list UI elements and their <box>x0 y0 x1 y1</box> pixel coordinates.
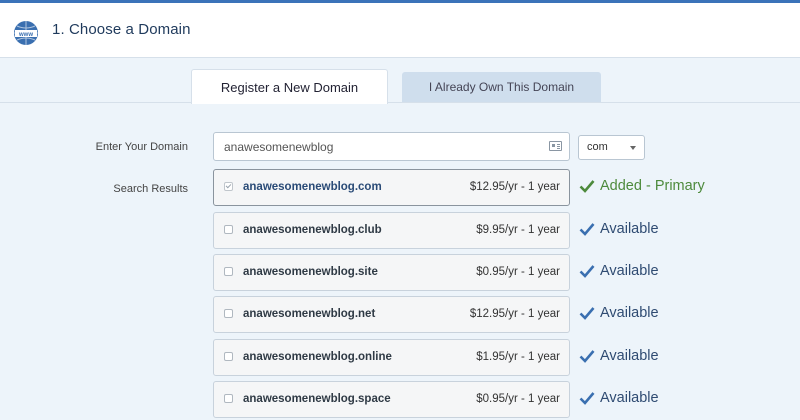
result-price: $0.95/yr - 1 year <box>476 393 560 405</box>
result-row-net[interactable]: anawesomenewblog.net $12.95/yr - 1 year <box>213 296 570 333</box>
result-price: $12.95/yr - 1 year <box>469 181 560 193</box>
tld-selected-value: com <box>587 141 608 153</box>
check-icon <box>579 307 595 320</box>
result-price: $0.95/yr - 1 year <box>476 266 560 278</box>
result-row-club[interactable]: anawesomenewblog.club $9.95/yr - 1 year <box>213 212 570 249</box>
result-domain-name: anawesomenewblog.site <box>243 266 378 278</box>
domain-input[interactable]: anawesomenewblog <box>213 132 570 161</box>
check-icon <box>579 265 595 278</box>
check-icon <box>579 223 595 236</box>
result-checkbox[interactable] <box>224 309 233 318</box>
result-status-text: Available <box>600 221 659 237</box>
check-icon <box>579 180 595 193</box>
www-globe-icon: www <box>14 21 38 45</box>
result-price: $1.95/yr - 1 year <box>476 351 560 363</box>
check-icon <box>579 350 595 363</box>
result-price: $9.95/yr - 1 year <box>476 224 560 236</box>
result-domain-name: anawesomenewblog.net <box>243 308 376 320</box>
svg-text:www: www <box>18 32 33 38</box>
result-checkbox[interactable] <box>224 182 233 191</box>
page-title: 1. Choose a Domain <box>52 21 191 38</box>
result-domain-name: anawesomenewblog.club <box>243 224 382 236</box>
search-results-label: Search Results <box>113 183 188 195</box>
result-price: $12.95/yr - 1 year <box>469 308 560 320</box>
domain-field-label: Enter Your Domain <box>95 141 188 153</box>
result-domain-name: anawesomenewblog.com <box>243 181 382 193</box>
result-status-text: Available <box>600 305 659 321</box>
card-icon <box>549 141 562 151</box>
result-checkbox[interactable] <box>224 225 233 234</box>
result-status-text: Available <box>600 390 659 406</box>
result-domain-name: anawesomenewblog.space <box>243 393 391 405</box>
result-row-site[interactable]: anawesomenewblog.site $0.95/yr - 1 year <box>213 254 570 291</box>
chevron-down-icon <box>630 146 636 150</box>
result-checkbox[interactable] <box>224 394 233 403</box>
result-status-text: Added - Primary <box>600 178 705 194</box>
tab-divider <box>0 102 800 103</box>
result-checkbox[interactable] <box>224 352 233 361</box>
result-checkbox[interactable] <box>224 267 233 276</box>
result-row-online[interactable]: anawesomenewblog.online $1.95/yr - 1 yea… <box>213 339 570 376</box>
result-row-space[interactable]: anawesomenewblog.space $0.95/yr - 1 year <box>213 381 570 418</box>
result-row-com[interactable]: anawesomenewblog.com $12.95/yr - 1 year <box>213 169 570 206</box>
section-header: www 1. Choose a Domain <box>0 3 800 58</box>
tld-select[interactable]: com <box>578 135 645 160</box>
check-icon <box>579 392 595 405</box>
tab-register-new-domain[interactable]: Register a New Domain <box>191 69 388 104</box>
result-status-text: Available <box>600 348 659 364</box>
tab-already-own-domain[interactable]: I Already Own This Domain <box>402 72 601 102</box>
result-status-text: Available <box>600 263 659 279</box>
result-domain-name: anawesomenewblog.online <box>243 351 392 363</box>
domain-input-value: anawesomenewblog <box>224 140 334 154</box>
